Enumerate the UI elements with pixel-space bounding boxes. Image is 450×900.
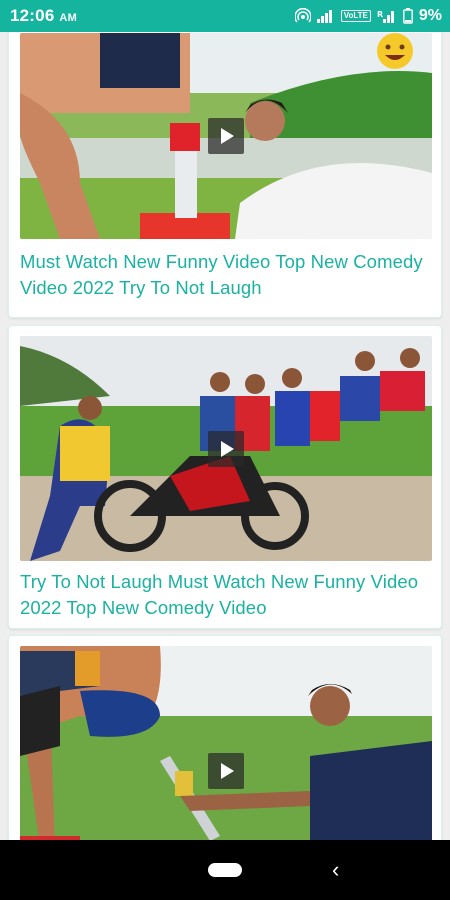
video-card[interactable]: Must Watch New Funny Video Top New Comed… [8,32,442,318]
signal-icon [316,9,335,23]
home-pill-icon[interactable] [208,863,242,877]
status-bar: 12:06 AM VoLTE R 9% [0,0,450,32]
battery-percent: 9% [418,7,442,24]
video-feed[interactable]: Must Watch New Funny Video Top New Comed… [0,32,450,840]
play-icon[interactable] [208,118,244,154]
video-thumbnail[interactable] [20,336,432,561]
video-card[interactable]: Try To Not Laugh Must Watch New Funny Vi… [8,325,442,629]
video-thumbnail[interactable] [20,646,432,840]
status-time-ampm: AM [59,12,77,24]
battery-icon [402,8,413,24]
status-icons: VoLTE R 9% [294,7,442,25]
status-time-value: 12:06 [10,6,55,25]
svg-text:R: R [377,10,383,19]
play-icon[interactable] [208,430,244,467]
volte-badge: VoLTE [340,10,371,22]
status-time: 12:06 AM [10,6,77,26]
back-icon[interactable]: ‹ [332,859,339,881]
hotspot-icon [294,8,311,24]
video-card[interactable] [8,635,442,840]
video-title[interactable]: Must Watch New Funny Video Top New Comed… [20,249,432,301]
navigation-bar: ‹ [0,840,450,900]
video-title[interactable]: Try To Not Laugh Must Watch New Funny Vi… [20,569,432,621]
video-thumbnail[interactable] [20,33,432,239]
signal-r-icon: R [377,9,397,23]
play-icon[interactable] [208,753,244,789]
